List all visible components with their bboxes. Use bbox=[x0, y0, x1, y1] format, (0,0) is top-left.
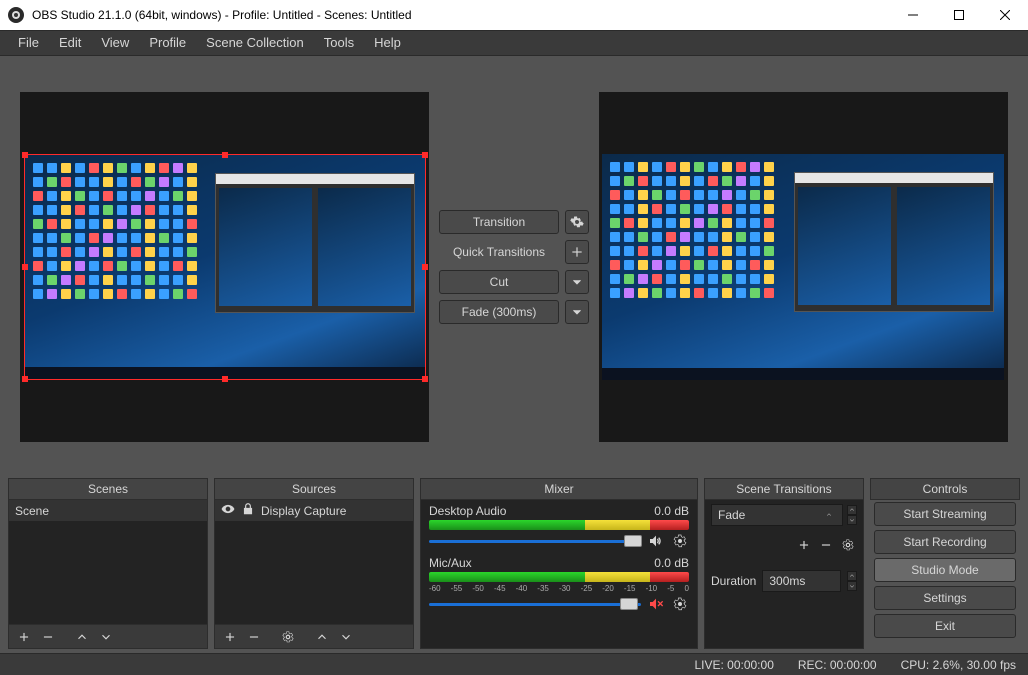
studio-mode-button[interactable]: Studio Mode bbox=[874, 558, 1016, 582]
menu-scene-collection[interactable]: Scene Collection bbox=[196, 30, 314, 56]
quick-transition-cut-menu[interactable] bbox=[565, 270, 589, 294]
mixer-panel: Mixer Desktop Audio0.0 dBMic/Aux0.0 dB-6… bbox=[420, 478, 698, 649]
mixer-channel: Mic/Aux0.0 dB-60-55-50-45-40-35-30-25-20… bbox=[429, 556, 689, 613]
transition-selected-value: Fade bbox=[718, 508, 745, 522]
preview-canvas[interactable] bbox=[20, 92, 429, 442]
quick-transition-cut[interactable]: Cut bbox=[439, 270, 559, 294]
statusbar: LIVE: 00:00:00 REC: 00:00:00 CPU: 2.6%, … bbox=[0, 653, 1028, 675]
move-source-down-button[interactable] bbox=[335, 626, 357, 648]
mixer-channel-name: Mic/Aux bbox=[429, 556, 472, 570]
mixer-channel-db: 0.0 dB bbox=[654, 556, 689, 570]
audio-meter bbox=[429, 520, 689, 530]
transition-select-up[interactable] bbox=[847, 505, 857, 515]
scene-item[interactable]: Scene bbox=[9, 500, 207, 522]
source-item[interactable]: Display Capture bbox=[215, 500, 413, 522]
mixer-channel: Desktop Audio 0.0 dB bbox=[429, 504, 689, 550]
window-title: OBS Studio 21.1.0 (64bit, windows) - Pro… bbox=[32, 8, 890, 22]
transition-select-down[interactable] bbox=[847, 515, 857, 525]
mixer-channel-db: 0.0 dB bbox=[654, 504, 689, 518]
sources-header: Sources bbox=[214, 478, 414, 500]
lock-icon[interactable] bbox=[241, 502, 255, 519]
channel-settings-icon[interactable] bbox=[671, 595, 689, 613]
status-rec: REC: 00:00:00 bbox=[798, 658, 877, 672]
scene-transitions-panel: Scene Transitions Fade bbox=[704, 478, 864, 649]
controls-header: Controls bbox=[870, 478, 1020, 500]
mixer-header: Mixer bbox=[420, 478, 698, 500]
speaker-icon[interactable] bbox=[647, 532, 665, 550]
volume-slider[interactable] bbox=[429, 597, 641, 611]
duration-down[interactable] bbox=[847, 581, 857, 591]
source-properties-button[interactable] bbox=[277, 626, 299, 648]
status-live: LIVE: 00:00:00 bbox=[694, 658, 773, 672]
transition-properties-button[interactable] bbox=[839, 536, 857, 554]
transition-select[interactable]: Fade bbox=[711, 504, 843, 526]
duration-input[interactable]: 300ms bbox=[762, 570, 841, 592]
start-streaming-button[interactable]: Start Streaming bbox=[874, 502, 1016, 526]
quick-transition-fade[interactable]: Fade (300ms) bbox=[439, 300, 559, 324]
transition-button[interactable]: Transition bbox=[439, 210, 559, 234]
menubar: FileEditViewProfileScene CollectionTools… bbox=[0, 30, 1028, 56]
channel-settings-icon[interactable] bbox=[671, 532, 689, 550]
menu-file[interactable]: File bbox=[8, 30, 49, 56]
transition-settings-button[interactable] bbox=[565, 210, 589, 234]
titlebar: OBS Studio 21.1.0 (64bit, windows) - Pro… bbox=[0, 0, 1028, 30]
exit-button[interactable]: Exit bbox=[874, 614, 1016, 638]
mute-icon[interactable] bbox=[647, 595, 665, 613]
app-icon bbox=[8, 7, 24, 23]
bottom-panels: Scenes Scene Sources Display Capture bbox=[0, 478, 1028, 653]
quick-transition-fade-menu[interactable] bbox=[565, 300, 589, 324]
visibility-icon[interactable] bbox=[221, 502, 235, 519]
preview-area: Transition Quick Transitions Cut Fade (3… bbox=[0, 56, 1028, 478]
scenes-list[interactable]: Scene bbox=[9, 500, 207, 624]
scenes-panel: Scenes Scene bbox=[8, 478, 208, 649]
program-canvas[interactable] bbox=[599, 92, 1008, 442]
remove-scene-button[interactable] bbox=[37, 626, 59, 648]
menu-help[interactable]: Help bbox=[364, 30, 411, 56]
add-transition-button[interactable] bbox=[795, 536, 813, 554]
move-source-up-button[interactable] bbox=[311, 626, 333, 648]
duration-label: Duration bbox=[711, 574, 756, 588]
scene-transitions-header: Scene Transitions bbox=[704, 478, 864, 500]
sources-panel: Sources Display Capture bbox=[214, 478, 414, 649]
volume-slider[interactable] bbox=[429, 534, 641, 548]
duration-up[interactable] bbox=[847, 571, 857, 581]
mixer-channel-name: Desktop Audio bbox=[429, 504, 506, 518]
audio-meter bbox=[429, 572, 689, 582]
controls-panel: Controls Start Streaming Start Recording S… bbox=[870, 478, 1020, 649]
move-scene-up-button[interactable] bbox=[71, 626, 93, 648]
close-button[interactable] bbox=[982, 0, 1028, 30]
add-quick-transition-button[interactable] bbox=[565, 240, 589, 264]
start-recording-button[interactable]: Start Recording bbox=[874, 530, 1016, 554]
source-label: Display Capture bbox=[261, 504, 346, 518]
settings-button[interactable]: Settings bbox=[874, 586, 1016, 610]
maximize-button[interactable] bbox=[936, 0, 982, 30]
menu-edit[interactable]: Edit bbox=[49, 30, 91, 56]
preview-source-display-capture[interactable] bbox=[24, 154, 426, 380]
remove-transition-button[interactable] bbox=[817, 536, 835, 554]
move-scene-down-button[interactable] bbox=[95, 626, 117, 648]
add-source-button[interactable] bbox=[219, 626, 241, 648]
duration-value: 300ms bbox=[769, 574, 805, 588]
remove-source-button[interactable] bbox=[243, 626, 265, 648]
studio-mode-controls: Transition Quick Transitions Cut Fade (3… bbox=[439, 210, 589, 324]
sources-list[interactable]: Display Capture bbox=[215, 500, 413, 624]
quick-transitions-label: Quick Transitions bbox=[439, 245, 559, 259]
add-scene-button[interactable] bbox=[13, 626, 35, 648]
status-cpu: CPU: 2.6%, 30.00 fps bbox=[901, 658, 1016, 672]
menu-tools[interactable]: Tools bbox=[314, 30, 364, 56]
minimize-button[interactable] bbox=[890, 0, 936, 30]
scenes-header: Scenes bbox=[8, 478, 208, 500]
program-source-display-capture bbox=[602, 154, 1004, 380]
menu-profile[interactable]: Profile bbox=[139, 30, 196, 56]
menu-view[interactable]: View bbox=[91, 30, 139, 56]
